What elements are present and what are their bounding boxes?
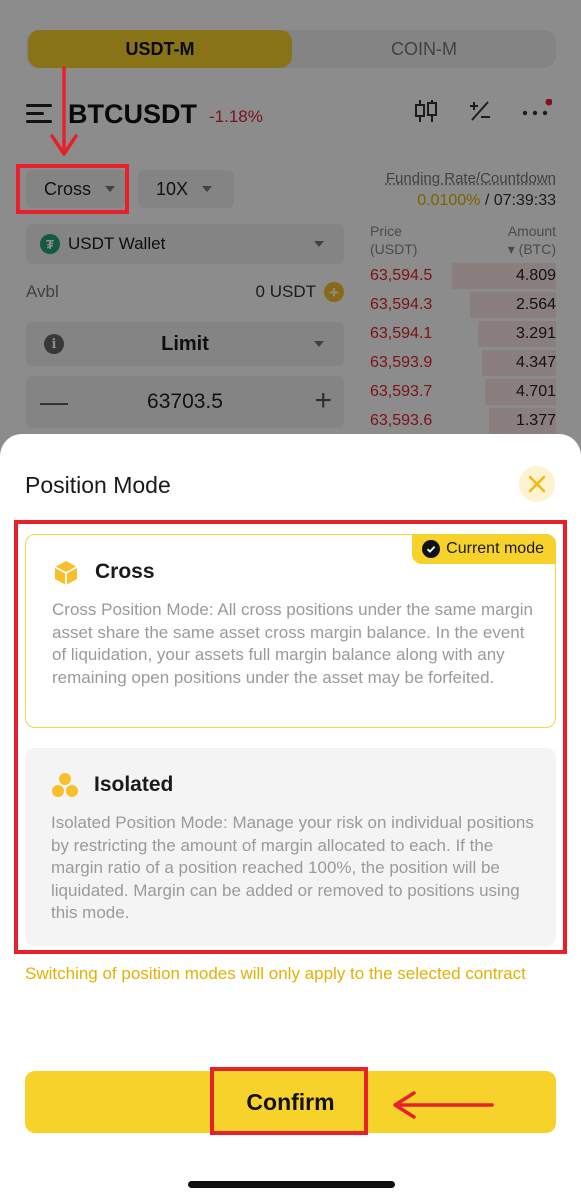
highlight-confirm — [210, 1067, 368, 1135]
sheet-title: Position Mode — [25, 472, 171, 498]
close-icon — [528, 475, 546, 493]
highlight-mode-options — [14, 520, 567, 954]
switch-mode-note: Switching of position modes will only ap… — [25, 964, 526, 983]
arrow-down-annotation — [50, 66, 78, 156]
close-button[interactable] — [519, 466, 555, 502]
highlight-margin-mode — [16, 164, 129, 214]
arrow-left-annotation — [393, 1091, 494, 1119]
home-indicator — [188, 1181, 395, 1188]
